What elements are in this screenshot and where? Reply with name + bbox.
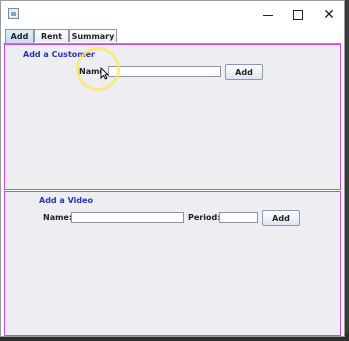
tab-bar: Add Rent Summary [3, 29, 341, 44]
add-video-panel: Add a Video Name: Period: Add [4, 191, 341, 336]
tab-rent[interactable]: Rent [34, 29, 69, 42]
tab-add[interactable]: Add [5, 29, 34, 43]
close-button[interactable]: ✕ [314, 1, 344, 29]
video-name-label: Name: [43, 213, 73, 222]
period-label: Period: [188, 213, 221, 222]
maximize-icon [293, 10, 303, 20]
title-bar: ✕ [1, 1, 344, 29]
minimize-icon [263, 14, 273, 16]
app-window: ✕ Add Rent Summary Add a Customer Name A… [0, 0, 345, 337]
customer-name-label: Name [79, 67, 105, 76]
java-app-icon [8, 8, 19, 19]
minimize-button[interactable] [253, 1, 283, 29]
add-video-button[interactable]: Add [262, 210, 300, 226]
add-customer-panel: Add a Customer Name Add [4, 44, 341, 190]
add-customer-title: Add a Customer [23, 50, 95, 59]
add-customer-button[interactable]: Add [225, 64, 263, 80]
period-input[interactable] [219, 212, 258, 223]
add-video-title: Add a Video [39, 196, 94, 205]
video-name-input[interactable] [71, 212, 184, 223]
tab-summary[interactable]: Summary [69, 29, 117, 42]
close-icon: ✕ [323, 7, 335, 23]
customer-name-input[interactable] [108, 66, 221, 77]
maximize-button[interactable] [283, 1, 313, 29]
